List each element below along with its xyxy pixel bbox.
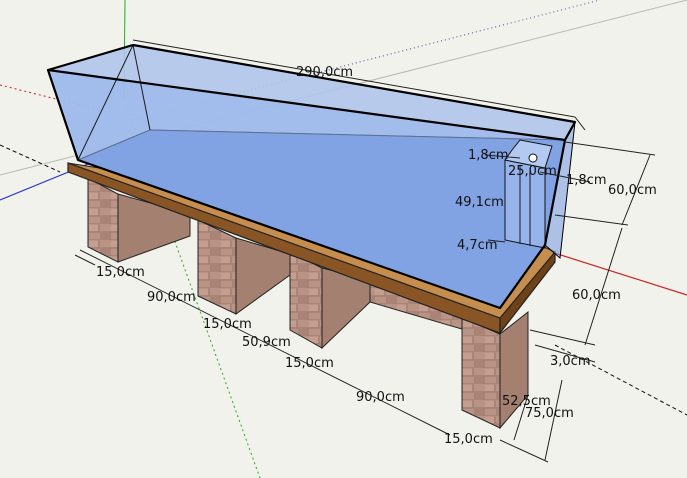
dim-stand-total: 75,0cm (525, 406, 574, 421)
dim-glass-thickness-side: 1,8cm (566, 173, 607, 188)
dim-length-top: 290,0cm (296, 65, 353, 80)
sketchup-viewport[interactable]: 290,0cm 1,8cm 25,0cm 1,8cm 60,0cm 49,1cm… (0, 0, 687, 478)
model-canvas: 290,0cm 1,8cm 25,0cm 1,8cm 60,0cm 49,1cm… (0, 0, 687, 478)
dim-overflow-width: 25,0cm (508, 164, 557, 179)
dim-pillar-4: 15,0cm (444, 432, 493, 447)
pillar-4 (461, 317, 501, 429)
pillar-1 (87, 177, 119, 263)
dim-pillar-3: 15,0cm (285, 356, 334, 371)
pillar-2 (197, 219, 237, 315)
dim-glass-thickness-top: 1,8cm (468, 148, 509, 163)
dim-overflow-gap: 4,7cm (457, 238, 498, 253)
dim-tank-height: 60,0cm (608, 183, 657, 198)
overflow-pipe-icon (528, 153, 538, 163)
dim-beam-thickness: 3,0cm (550, 354, 591, 369)
dim-stand-height: 60,0cm (572, 288, 621, 303)
dim-bay-1: 90,0cm (147, 290, 196, 305)
dim-pillar-1: 15,0cm (96, 265, 145, 280)
dim-overflow-height: 49,1cm (455, 195, 504, 210)
axis-black-dashed (0, 144, 61, 173)
dim-pillar-2: 15,0cm (203, 317, 252, 332)
dim-bay-2: 90,0cm (356, 390, 405, 405)
dim-bay-mid: 50,9cm (242, 335, 291, 350)
pillar-4-side (499, 310, 529, 430)
pillar-3 (289, 251, 323, 349)
